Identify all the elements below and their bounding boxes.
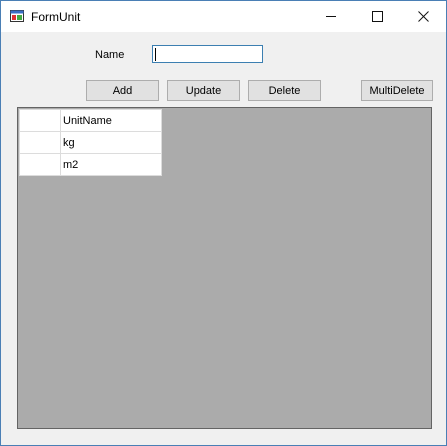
- table-row[interactable]: kg: [19, 131, 162, 154]
- minimize-icon: [325, 16, 336, 17]
- grid-corner-cell[interactable]: [19, 109, 61, 132]
- grid-table: UnitName kg m2: [19, 109, 162, 176]
- update-button[interactable]: Update: [167, 80, 240, 101]
- grid-header-row: UnitName: [19, 109, 162, 132]
- title-bar[interactable]: FormUnit: [1, 1, 446, 32]
- multi-delete-button[interactable]: MultiDelete: [361, 80, 433, 101]
- app-icon: [10, 10, 24, 22]
- add-button[interactable]: Add: [86, 80, 159, 101]
- minimize-button[interactable]: [308, 1, 354, 32]
- delete-button[interactable]: Delete: [248, 80, 321, 101]
- maximize-icon: [371, 11, 383, 22]
- window-title: FormUnit: [31, 10, 81, 24]
- unit-name-cell[interactable]: m2: [60, 153, 162, 176]
- close-icon: [417, 11, 429, 22]
- form-unit-window: FormUnit Name Add Update Delete MultiDel…: [0, 0, 447, 446]
- column-header-unitname[interactable]: UnitName: [60, 109, 162, 132]
- name-input[interactable]: [152, 45, 263, 63]
- close-button[interactable]: [400, 1, 446, 32]
- table-row[interactable]: m2: [19, 153, 162, 176]
- row-header[interactable]: [19, 131, 61, 154]
- name-label: Name: [95, 49, 125, 61]
- maximize-button[interactable]: [354, 1, 400, 32]
- unit-name-cell[interactable]: kg: [60, 131, 162, 154]
- units-data-grid[interactable]: UnitName kg m2: [17, 107, 432, 429]
- row-header[interactable]: [19, 153, 61, 176]
- text-caret: [155, 48, 156, 61]
